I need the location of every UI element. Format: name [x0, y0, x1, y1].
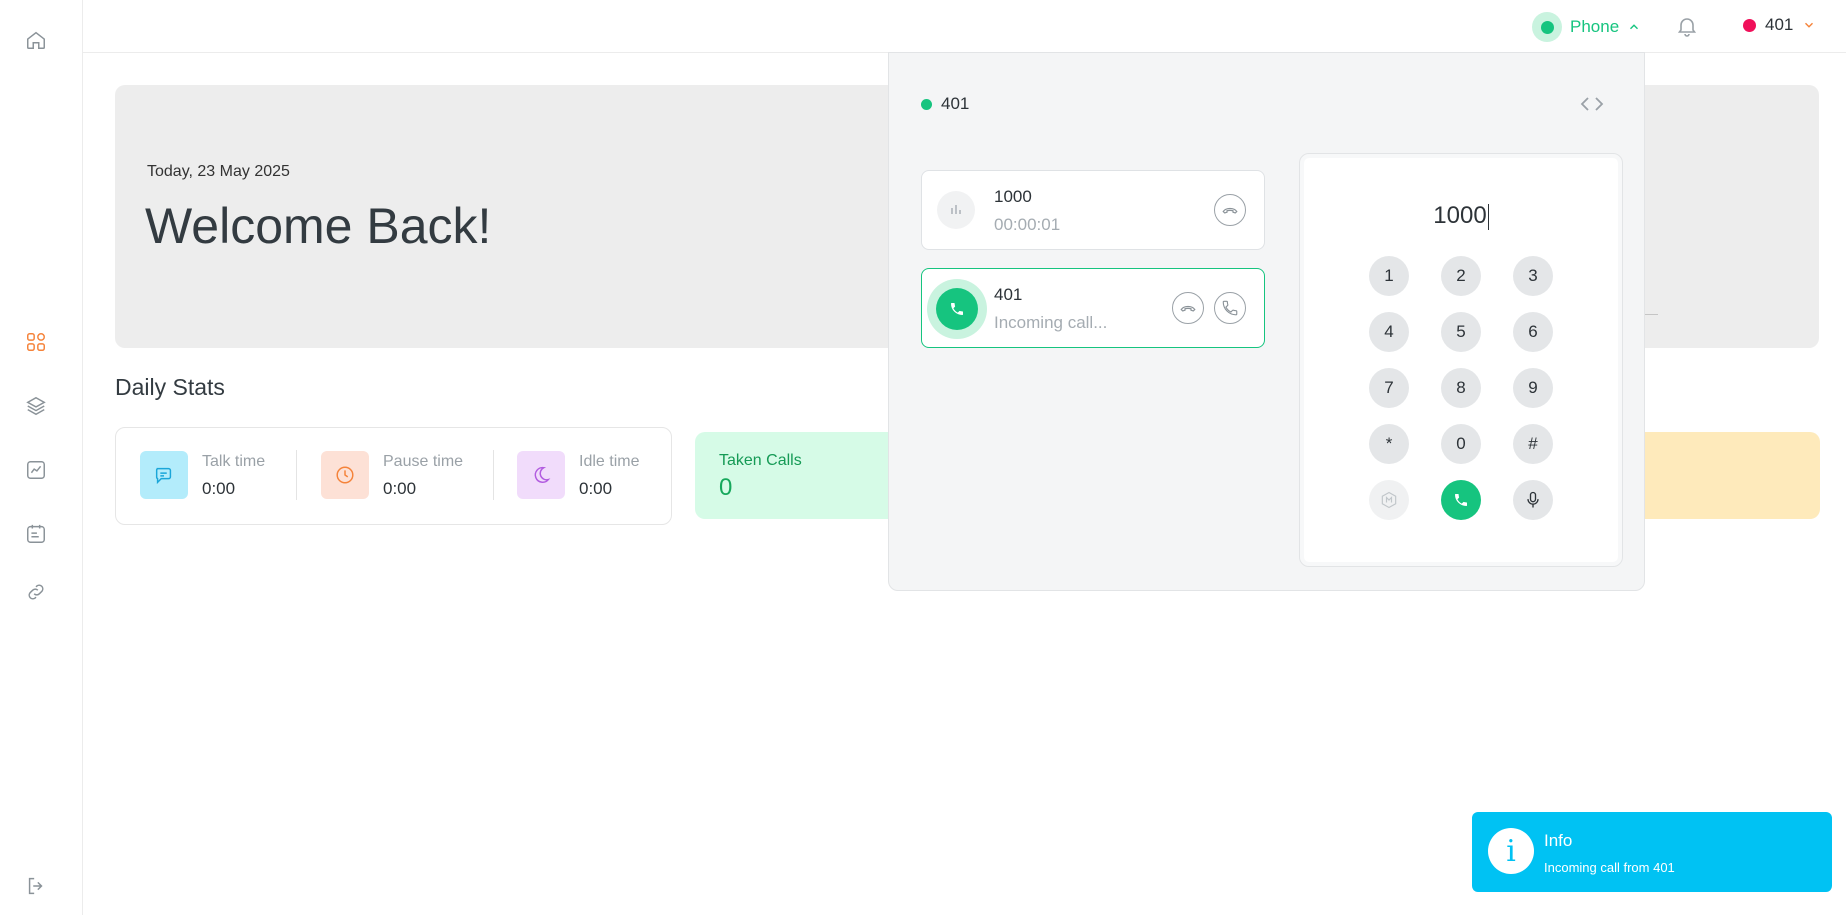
merge-hex-icon: [1381, 491, 1397, 509]
stat-label: Talk time: [202, 453, 266, 470]
hangup-button[interactable]: [1214, 194, 1246, 226]
page-title: Welcome Back!: [145, 198, 492, 254]
stat-value: 0:00: [202, 479, 236, 498]
info-toast[interactable]: i Info Incoming call from 401: [1472, 812, 1832, 892]
merge-button[interactable]: [1369, 480, 1409, 520]
dial-key-3[interactable]: 3: [1513, 256, 1553, 296]
info-icon: i: [1488, 828, 1534, 874]
call-item-incoming[interactable]: 401 Incoming call...: [921, 268, 1265, 348]
stats-card-yellow: [1640, 432, 1820, 519]
dial-key-6[interactable]: 6: [1513, 312, 1553, 352]
hangup-icon: [1222, 207, 1238, 214]
toast-message: Incoming call from 401: [1544, 860, 1675, 875]
dial-key-hash[interactable]: #: [1513, 424, 1553, 464]
panel-extension: 401: [921, 94, 969, 114]
stat-label: Pause time: [383, 453, 464, 470]
taken-calls-label: Taken Calls: [719, 452, 802, 469]
dial-key-0[interactable]: 0: [1441, 424, 1481, 464]
answer-call-button[interactable]: [1214, 292, 1246, 324]
stat-talk-time: Talk time 0:00: [140, 451, 265, 499]
phone-icon: [1455, 494, 1467, 506]
calendar-icon[interactable]: [22, 520, 50, 548]
extension-status-dot: [921, 98, 932, 110]
phone-icon: [1222, 300, 1238, 316]
reject-call-button[interactable]: [1172, 292, 1204, 324]
stat-label: Idle time: [579, 453, 640, 470]
stat-pause-time: Pause time 0:00: [321, 451, 463, 499]
audio-bars-icon: [937, 191, 975, 229]
phone-toggle-label: Phone: [1570, 17, 1620, 36]
chart-icon[interactable]: [22, 456, 50, 484]
dial-call-button[interactable]: [1441, 480, 1481, 520]
daily-stats-title: Daily Stats: [115, 374, 225, 400]
dialer: 1000 1 2 3 4 5 6 7 8 9 * 0 #: [1299, 153, 1623, 567]
clock-icon: [321, 451, 369, 499]
chevron-down-icon: [1805, 22, 1814, 28]
dashboard-icon[interactable]: [22, 328, 50, 356]
dial-key-2[interactable]: 2: [1441, 256, 1481, 296]
extension-label: 401: [941, 94, 970, 113]
call-duration: 00:00:01: [994, 215, 1061, 234]
dial-number: 1000: [1433, 202, 1487, 229]
call-number: 401: [994, 285, 1023, 304]
phone-panel: 401 1000 00:00:01 401 Incoming call... 1…: [888, 52, 1645, 591]
phone-icon: [951, 303, 963, 315]
dial-key-4[interactable]: 4: [1369, 312, 1409, 352]
divider: [493, 450, 494, 500]
toast-title: Info: [1544, 831, 1573, 850]
code-icon[interactable]: [1579, 93, 1605, 115]
chevron-up-icon: [1630, 24, 1639, 30]
mute-button[interactable]: [1513, 480, 1553, 520]
moon-icon: [517, 451, 565, 499]
chat-icon: [140, 451, 188, 499]
dial-key-star[interactable]: *: [1369, 424, 1409, 464]
link-icon[interactable]: [22, 578, 50, 606]
dial-key-7[interactable]: 7: [1369, 368, 1409, 408]
bell-icon[interactable]: [1675, 14, 1699, 38]
user-menu-button[interactable]: 401: [1743, 15, 1816, 35]
call-status: Incoming call...: [994, 313, 1108, 332]
dial-display[interactable]: 1000: [1300, 202, 1622, 230]
dial-key-5[interactable]: 5: [1441, 312, 1481, 352]
logout-icon[interactable]: [22, 872, 50, 900]
divider: [296, 450, 297, 500]
microphone-icon: [1527, 491, 1539, 508]
dial-key-8[interactable]: 8: [1441, 368, 1481, 408]
phone-status-indicator: [1532, 12, 1562, 42]
stat-value: 0:00: [579, 479, 613, 498]
user-status-dot: [1743, 18, 1756, 32]
hangup-icon: [1180, 305, 1196, 312]
stat-idle-time: Idle time 0:00: [517, 451, 639, 499]
sidebar: [0, 0, 83, 915]
call-item-active[interactable]: 1000 00:00:01: [921, 170, 1265, 250]
phone-toggle-button[interactable]: Phone: [1532, 12, 1641, 42]
dial-key-1[interactable]: 1: [1369, 256, 1409, 296]
home-icon[interactable]: [22, 26, 50, 54]
layers-icon[interactable]: [22, 392, 50, 420]
hero-date: Today, 23 May 2025: [147, 163, 290, 180]
incoming-call-indicator: [927, 279, 987, 339]
taken-calls-value: 0: [719, 474, 733, 501]
stat-value: 0:00: [383, 479, 417, 498]
dial-key-9[interactable]: 9: [1513, 368, 1553, 408]
call-number: 1000: [994, 187, 1032, 206]
user-extension: 401: [1765, 15, 1794, 34]
daily-stats-card: Talk time 0:00 Pause time 0:00 Idle time…: [115, 427, 672, 525]
